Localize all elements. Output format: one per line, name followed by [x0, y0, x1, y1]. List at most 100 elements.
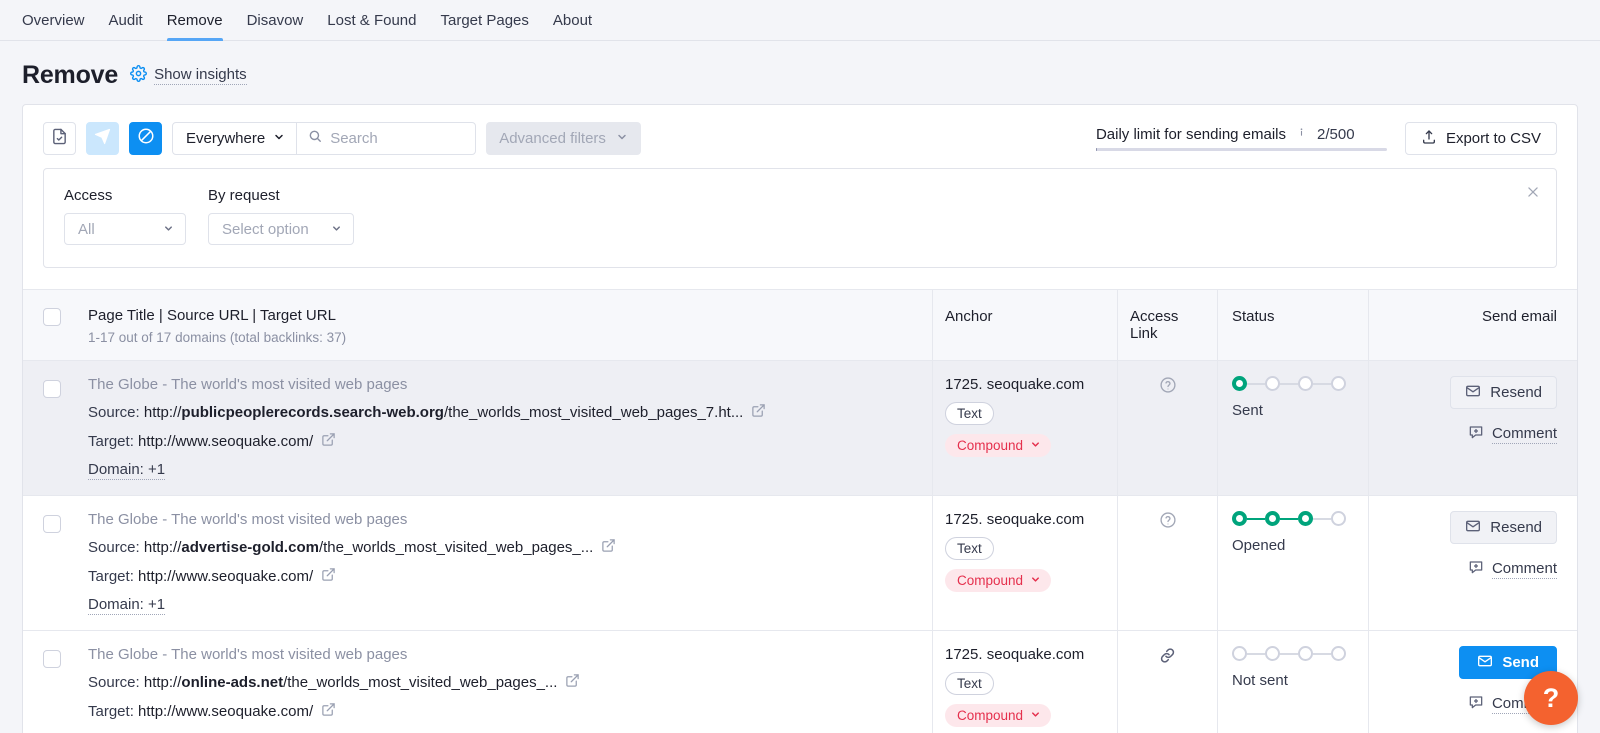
comment-button[interactable]: Comment	[1468, 559, 1557, 580]
filter-select-access[interactable]: All	[64, 213, 186, 245]
external-link-icon[interactable]	[321, 702, 336, 721]
send-plane-icon	[94, 128, 111, 150]
badge-link-type: Text	[945, 402, 994, 425]
comment-add-icon	[1468, 694, 1484, 715]
table-row: The Globe - The world's most visited web…	[23, 631, 1577, 733]
header-send-email-label: Send email	[1481, 308, 1557, 325]
select-all-checkbox[interactable]	[42, 308, 61, 326]
file-check-icon-button[interactable]	[43, 122, 76, 155]
question-circle-icon[interactable]	[1159, 376, 1177, 480]
row-access-link	[1118, 631, 1218, 733]
nav-item-about[interactable]: About	[541, 0, 604, 40]
row-send-email: Resend Comment	[1369, 361, 1577, 495]
send-action-label: Resend	[1490, 384, 1542, 401]
badge-link-type: Text	[945, 672, 994, 695]
badge-compound[interactable]: Compound	[945, 704, 1052, 727]
domain-expand-link[interactable]: Domain: +1	[88, 461, 166, 480]
external-link-icon[interactable]	[321, 567, 336, 586]
status-connector	[1313, 382, 1331, 385]
status-connector	[1313, 517, 1331, 520]
nav-item-overview[interactable]: Overview	[22, 0, 97, 40]
help-button[interactable]: ?	[1524, 671, 1578, 725]
row-urls: The Globe - The world's most visited web…	[80, 631, 933, 733]
header-anchor: Anchor	[933, 290, 1118, 360]
page-title-text: The Globe - The world's most visited web…	[88, 376, 408, 393]
advanced-filters-button[interactable]: Advanced filters	[486, 122, 641, 155]
nav-item-disavow[interactable]: Disavow	[235, 0, 316, 40]
status-connector	[1280, 652, 1298, 655]
chevron-down-icon	[273, 130, 285, 147]
status-label: Not sent	[1232, 672, 1288, 689]
status-dot	[1232, 511, 1247, 526]
external-link-icon[interactable]	[565, 673, 580, 692]
nav-item-remove[interactable]: Remove	[155, 0, 235, 41]
status-dot	[1232, 646, 1247, 661]
row-urls: The Globe - The world's most visited web…	[80, 496, 933, 630]
external-link-icon[interactable]	[601, 538, 616, 557]
results-count: 1-17 out of 17 domains (total backlinks:…	[88, 330, 347, 345]
header-main-label: Page Title | Source URL | Target URL	[88, 307, 336, 324]
info-icon[interactable]	[1295, 126, 1308, 143]
nav-item-target-pages[interactable]: Target Pages	[429, 0, 541, 40]
gear-icon	[130, 64, 148, 87]
link-icon[interactable]	[1158, 646, 1177, 733]
send-action-label: Resend	[1490, 519, 1542, 536]
page-header: Remove Show insights	[0, 41, 1600, 104]
status-label: Sent	[1232, 402, 1263, 419]
row-checkbox[interactable]	[42, 380, 61, 398]
resend-button[interactable]: Resend	[1450, 511, 1557, 544]
header-access-link: Access Link	[1118, 290, 1218, 360]
show-insights-toggle[interactable]: Show insights	[130, 64, 247, 87]
comment-label: Comment	[1491, 425, 1557, 444]
scope-select[interactable]: Everywhere	[173, 123, 298, 154]
row-select-cell	[23, 361, 80, 495]
nav-item-lost-found[interactable]: Lost & Found	[315, 0, 428, 40]
filter-drawer: Access All By request Select option	[43, 168, 1557, 268]
export-csv-button[interactable]: Export to CSV	[1404, 122, 1557, 155]
daily-limit: Daily limit for sending emails 2/500	[1095, 126, 1391, 151]
header-status-label: Status	[1232, 308, 1275, 325]
filter-value-by-request: Select option	[222, 220, 309, 238]
status-stepper	[1232, 376, 1356, 391]
status-connector	[1280, 517, 1298, 520]
row-select-cell	[23, 631, 80, 733]
table-body: The Globe - The world's most visited web…	[23, 361, 1577, 733]
row-checkbox[interactable]	[42, 650, 61, 668]
block-icon-button[interactable]	[129, 122, 162, 155]
header-anchor-label: Anchor	[945, 308, 993, 325]
row-status: Not sent	[1218, 631, 1369, 733]
external-link-icon[interactable]	[751, 403, 766, 422]
question-circle-icon[interactable]	[1159, 511, 1177, 615]
header-send-email: Send email	[1369, 290, 1577, 360]
external-link-icon[interactable]	[321, 432, 336, 451]
comment-button[interactable]: Comment	[1468, 424, 1557, 445]
status-stepper	[1232, 646, 1356, 661]
status-dot	[1298, 646, 1313, 661]
status-connector	[1247, 652, 1265, 655]
filter-group-by-request: By request Select option	[208, 187, 354, 245]
chevron-down-icon	[1030, 438, 1041, 453]
close-icon[interactable]	[1524, 183, 1542, 201]
row-access-link	[1118, 496, 1218, 630]
domain-expand-link[interactable]: Domain: +1	[88, 596, 166, 615]
resend-button[interactable]: Resend	[1450, 376, 1557, 409]
search-input[interactable]	[330, 130, 466, 147]
nav-item-audit[interactable]: Audit	[97, 0, 155, 40]
send-plane-icon-button[interactable]	[86, 122, 119, 155]
chevron-down-icon	[163, 221, 174, 238]
page-title: Remove	[22, 61, 119, 89]
anchor-text: 1725. seoquake.com	[945, 376, 1085, 393]
scope-and-search: Everywhere	[172, 122, 477, 155]
anchor-text: 1725. seoquake.com	[945, 646, 1085, 663]
block-icon	[137, 127, 155, 150]
scope-select-value: Everywhere	[186, 130, 266, 147]
export-csv-label: Export to CSV	[1445, 130, 1541, 147]
target-url-line: Target: http://www.seoquake.com/	[88, 567, 918, 586]
badge-compound[interactable]: Compound	[945, 434, 1052, 457]
status-connector	[1280, 382, 1298, 385]
filter-select-by-request[interactable]: Select option	[208, 213, 354, 245]
row-checkbox[interactable]	[42, 515, 61, 533]
daily-limit-count: 2/500	[1317, 126, 1355, 143]
send-action-label: Send	[1502, 654, 1539, 671]
badge-compound[interactable]: Compound	[945, 569, 1052, 592]
